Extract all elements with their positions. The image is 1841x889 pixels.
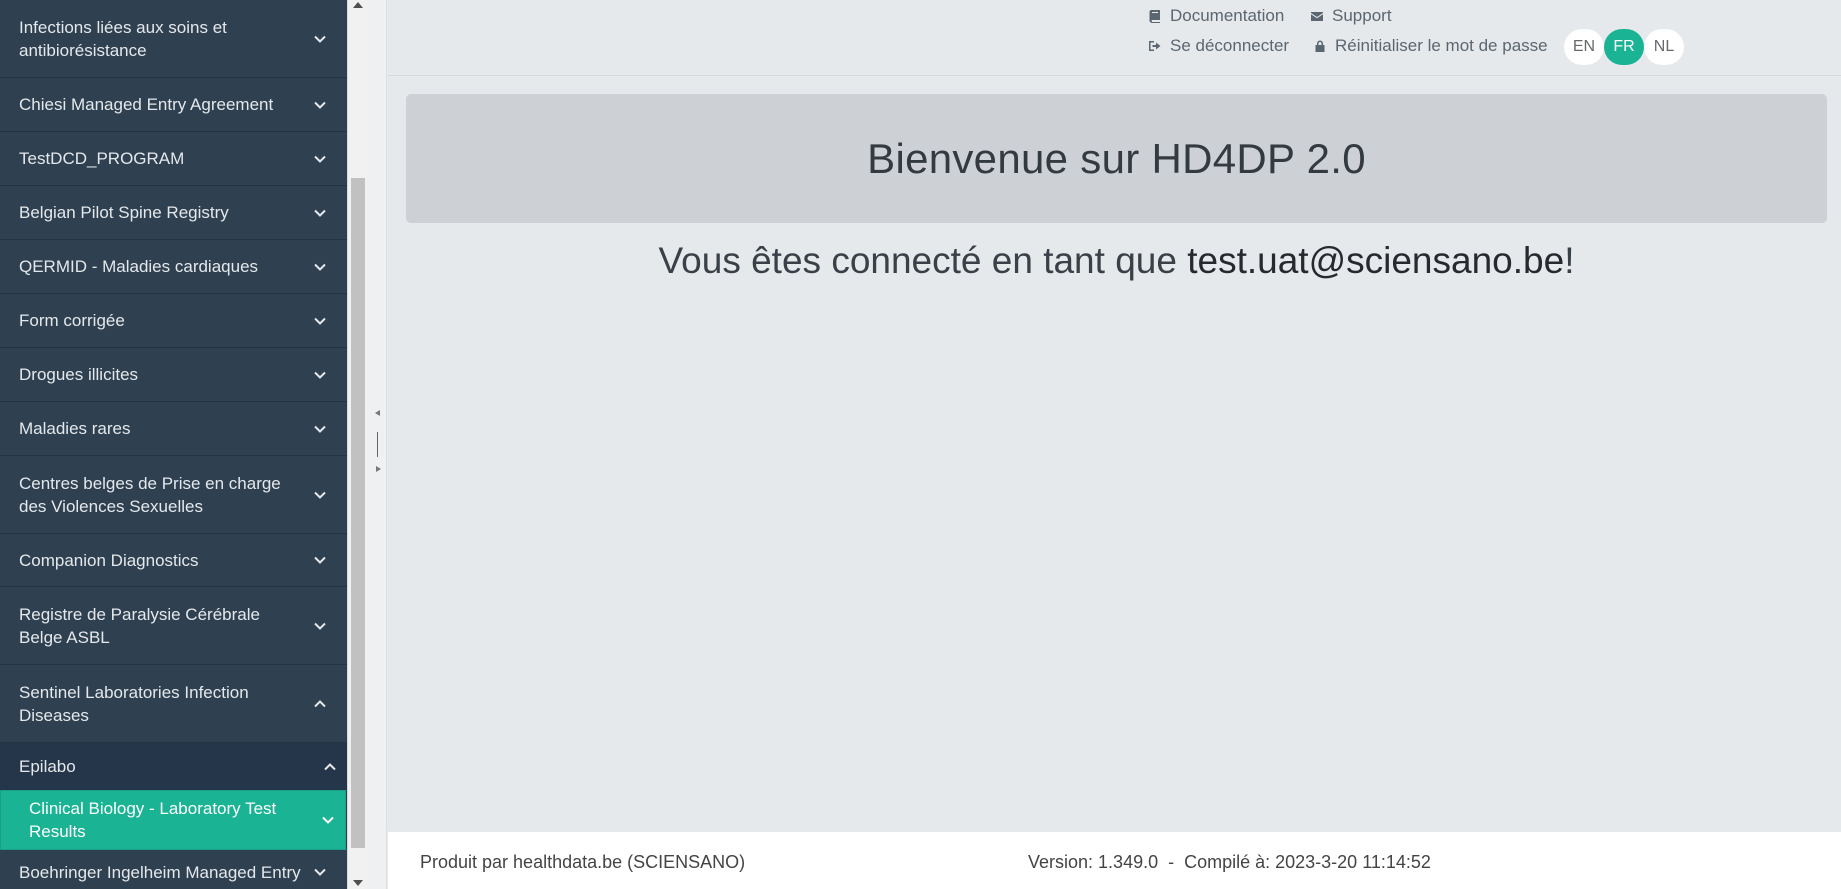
chevron-down-icon [313, 488, 327, 502]
documentation-label: Documentation [1170, 6, 1285, 25]
connected-prefix: Vous êtes connecté en tant que [658, 240, 1188, 281]
chevron-down-icon [313, 32, 327, 46]
sidebar-item-label: Form corrigée [19, 311, 125, 330]
chevron-down-icon [313, 98, 327, 112]
sidebar-item-infections[interactable]: Infections liées aux soins et antibiorés… [0, 0, 347, 78]
panel-splitter[interactable] [367, 0, 387, 889]
documentation-link[interactable]: Documentation [1148, 6, 1284, 26]
logout-label: Se déconnecter [1170, 36, 1290, 55]
collapse-left-icon[interactable] [375, 410, 380, 416]
user-email: test.uat@sciensano.be [1187, 240, 1565, 281]
sidebar-item-label: Boehringer Ingelheim Managed Entry [19, 863, 301, 882]
splitter-handle[interactable] [377, 432, 378, 457]
sidebar-item-label: QERMID - Maladies cardiaques [19, 257, 259, 276]
sidebar-item-clinical-biology[interactable]: Clinical Biology - Laboratory Test Resul… [0, 790, 346, 850]
chevron-down-icon [313, 619, 327, 633]
sidebar-item-paralysie[interactable]: Registre de Paralysie Cérébrale Belge AS… [0, 587, 347, 665]
sidebar-item-companion[interactable]: Companion Diagnostics [0, 534, 347, 587]
reset-password-link[interactable]: Réinitialiser le mot de passe [1313, 36, 1548, 56]
sidebar-item-violences[interactable]: Centres belges de Prise en charge des Vi… [0, 456, 347, 534]
welcome-banner: Bienvenue sur HD4DP 2.0 [406, 94, 1827, 223]
sidebar-item-epilabo[interactable]: Epilabo [0, 743, 347, 790]
scroll-thumb[interactable] [351, 178, 365, 848]
sidebar-item-label: Infections liées aux soins et antibiorés… [19, 17, 227, 60]
scroll-down-arrow-icon[interactable] [353, 880, 363, 886]
sidebar-item-testdcd[interactable]: TestDCD_PROGRAM [0, 132, 347, 186]
sidebar-item-label: Clinical Biology - Laboratory Test Resul… [29, 799, 277, 841]
lock-icon [1315, 40, 1325, 52]
sidebar-item-boehringer[interactable]: Boehringer Ingelheim Managed Entry [0, 850, 347, 889]
chevron-down-icon [313, 422, 327, 436]
expand-right-icon[interactable] [376, 466, 381, 472]
sidebar-item-label: Companion Diagnostics [19, 550, 199, 570]
footer-version: Version: 1.349.0 - Compilé à: 2023-3-20 … [1028, 852, 1431, 872]
footer-produced-by: Produit par healthdata.be (SCIENSANO) [420, 852, 746, 872]
scroll-up-arrow-icon[interactable] [353, 2, 363, 8]
chevron-down-icon [313, 553, 327, 567]
chevron-down-icon [313, 368, 327, 382]
sidebar-item-label: Belgian Pilot Spine Registry [19, 203, 229, 222]
lang-nl-button[interactable]: NL [1644, 29, 1684, 65]
sidebar-item-label: Maladies rares [19, 419, 131, 438]
support-label: Support [1332, 6, 1392, 25]
sidebar-item-label: TestDCD_PROGRAM [19, 149, 185, 168]
sidebar-nav: Infections liées aux soins et antibiorés… [0, 0, 347, 889]
chevron-down-icon [313, 206, 327, 220]
connected-suffix: ! [1564, 240, 1575, 281]
sidebar-item-label: Registre de Paralysie Cérébrale Belge AS… [19, 604, 260, 647]
sidebar-item-label: Chiesi Managed Entry Agreement [19, 95, 274, 114]
chevron-down-icon [313, 260, 327, 274]
sidebar-item-sentinel[interactable]: Sentinel Laboratories Infection Diseases [0, 665, 347, 743]
sidebar-item-chiesi[interactable]: Chiesi Managed Entry Agreement [0, 78, 347, 132]
sidebar-item-spine-registry[interactable]: Belgian Pilot Spine Registry [0, 186, 347, 240]
chevron-down-icon [313, 865, 327, 879]
sign-out-icon [1149, 41, 1161, 51]
sidebar-item-label: Drogues illicites [19, 365, 139, 384]
envelope-icon [1311, 12, 1323, 21]
support-link[interactable]: Support [1310, 6, 1392, 26]
lang-fr-button[interactable]: FR [1604, 29, 1644, 65]
logout-link[interactable]: Se déconnecter [1148, 36, 1289, 56]
welcome-title: Bienvenue sur HD4DP 2.0 [867, 134, 1366, 182]
sidebar-item-qermid[interactable]: QERMID - Maladies cardiaques [0, 240, 347, 294]
sidebar-item-drogues[interactable]: Drogues illicites [0, 348, 347, 402]
sidebar-item-label: Epilabo [19, 757, 76, 776]
sidebar-scrollbar[interactable] [347, 0, 367, 889]
sidebar-item-label: Sentinel Laboratories Infection Diseases [19, 682, 249, 725]
book-icon [1149, 10, 1160, 23]
reset-password-label: Réinitialiser le mot de passe [1335, 36, 1548, 55]
chevron-down-icon [313, 314, 327, 328]
language-switcher: EN FR NL [1564, 29, 1684, 65]
chevron-up-icon [313, 697, 327, 711]
chevron-up-icon [323, 760, 337, 774]
sidebar-item-form-corrigee[interactable]: Form corrigée [0, 294, 347, 348]
connected-as-text: Vous êtes connecté en tant que test.uat@… [406, 240, 1827, 282]
sidebar-item-maladies-rares[interactable]: Maladies rares [0, 402, 347, 456]
footer: Produit par healthdata.be (SCIENSANO) Ve… [388, 831, 1841, 889]
chevron-down-icon [313, 152, 327, 166]
sidebar-item-label: Centres belges de Prise en charge des Vi… [19, 473, 281, 516]
chevron-down-icon [321, 813, 335, 827]
lang-en-button[interactable]: EN [1564, 29, 1604, 65]
